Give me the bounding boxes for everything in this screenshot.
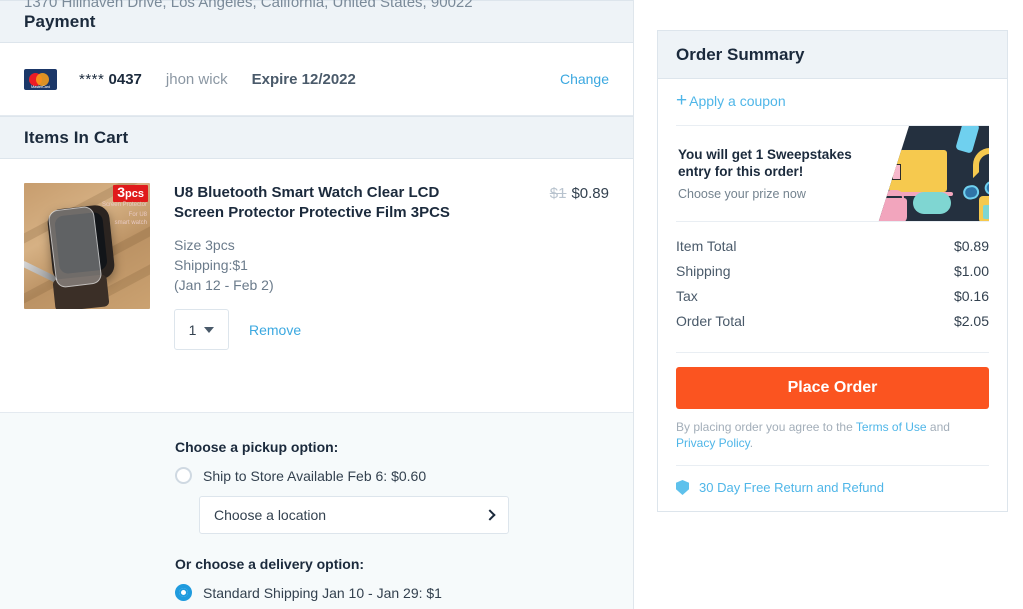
change-payment-button[interactable]: Change — [560, 71, 609, 87]
card-expiry: Expire 12/2022 — [252, 71, 356, 88]
product-original-price: $1 — [550, 185, 567, 202]
order-summary-card: Order Summary + Apply a coupon You will … — [657, 30, 1008, 512]
order-summary-header: Order Summary — [658, 31, 1007, 79]
card-last4: 0437 — [109, 71, 142, 88]
legal-mid: and — [927, 420, 950, 434]
delivery-radio[interactable] — [175, 584, 192, 601]
product-pricing: $1$0.89 — [517, 183, 609, 350]
laptop-gift-icon — [889, 150, 947, 192]
backpack-icon — [979, 196, 989, 222]
apply-coupon-button[interactable]: + Apply a coupon — [658, 79, 1007, 125]
legal-disclaimer: By placing order you agree to the Terms … — [658, 409, 1007, 451]
cart-section-title: Items In Cart — [24, 128, 128, 148]
sweepstakes-text: You will get 1 Sweepstakes entry for thi… — [676, 146, 881, 201]
place-order-area: Place Order — [658, 340, 1007, 409]
quantity-controls: 1 Remove — [174, 309, 507, 350]
checkout-right-column: Order Summary + Apply a coupon You will … — [634, 0, 1023, 609]
card-number-masked: **** 0437 — [79, 71, 142, 88]
legal-prefix: By placing order you agree to the — [676, 420, 856, 434]
product-current-price: $0.89 — [571, 185, 609, 202]
sweepstakes-banner[interactable]: You will get 1 Sweepstakes entry for thi… — [676, 125, 989, 222]
checkout-page: 1370 Hillhaven Drive, Los Angeles, Calif… — [0, 0, 1023, 609]
remove-item-button[interactable]: Remove — [249, 322, 301, 338]
checkout-left-column: 1370 Hillhaven Drive, Los Angeles, Calif… — [0, 0, 634, 609]
delivery-option-row[interactable]: Standard Shipping Jan 10 - Jan 29: $1 — [175, 584, 633, 601]
quantity-value: 1 — [189, 322, 197, 338]
total-value: $1.00 — [954, 263, 989, 279]
return-guarantee-row: 30 Day Free Return and Refund — [676, 465, 989, 495]
product-image-caption-1: Screen Protector — [102, 202, 147, 209]
product-quantity-badge: 3pcs — [113, 185, 148, 202]
quantity-select[interactable]: 1 — [174, 309, 229, 350]
privacy-policy-link[interactable]: Privacy Policy — [676, 436, 750, 450]
sweepstakes-prizes-illustration — [867, 126, 989, 222]
delivery-option-title: Or choose a delivery option: — [175, 556, 633, 572]
total-value: $0.89 — [954, 238, 989, 254]
plus-icon: + — [676, 94, 687, 108]
choose-location-select[interactable]: Choose a location — [199, 496, 509, 534]
card-holder-name: jhon wick — [166, 71, 228, 88]
pickup-radio[interactable] — [175, 467, 192, 484]
order-totals: Item Total $0.89 Shipping $1.00 Tax $0.1… — [658, 222, 1007, 340]
total-row-order-total: Order Total $2.05 — [676, 313, 989, 329]
total-label: Order Total — [676, 313, 745, 329]
product-image-caption-3: smart watch — [115, 220, 147, 227]
divider — [676, 352, 989, 353]
pickup-option-row[interactable]: Ship to Store Available Feb 6: $0.60 — [175, 467, 633, 484]
product-title[interactable]: U8 Bluetooth Smart Watch Clear LCD Scree… — [174, 183, 474, 223]
chevron-down-icon — [204, 327, 214, 333]
mastercard-wordmark: MasterCard — [24, 84, 57, 89]
order-summary-title: Order Summary — [676, 45, 805, 65]
apply-coupon-label: Apply a coupon — [689, 93, 786, 109]
game-controller-icon — [913, 192, 951, 214]
product-details: U8 Bluetooth Smart Watch Clear LCD Scree… — [150, 183, 517, 350]
payment-method-row: MasterCard **** 0437 jhon wick Expire 12… — [0, 43, 633, 116]
total-label: Item Total — [676, 238, 736, 254]
total-row-item-total: Item Total $0.89 — [676, 238, 989, 254]
cart-item-row: 3pcs Screen Protector For U8 smart watch… — [0, 159, 633, 350]
payment-section-title: Payment — [24, 12, 96, 32]
product-delivery-window: (Jan 12 - Feb 2) — [174, 275, 507, 295]
chevron-right-icon — [484, 509, 495, 520]
fulfillment-options-panel: Choose a pickup option: Ship to Store Av… — [0, 412, 633, 609]
shipping-address-text: 1370 Hillhaven Drive, Los Angeles, Calif… — [24, 0, 473, 11]
return-guarantee-label[interactable]: 30 Day Free Return and Refund — [699, 480, 884, 495]
product-image-caption-2: For U8 — [129, 212, 147, 219]
terms-of-use-link[interactable]: Terms of Use — [856, 420, 927, 434]
total-row-shipping: Shipping $1.00 — [676, 263, 989, 279]
handbag-icon — [877, 198, 907, 222]
total-value: $0.16 — [954, 288, 989, 304]
product-thumbnail[interactable]: 3pcs Screen Protector For U8 smart watch — [24, 183, 150, 309]
choose-location-label: Choose a location — [214, 507, 326, 523]
total-label: Tax — [676, 288, 698, 304]
sweepstakes-subline: Choose your prize now — [678, 187, 881, 201]
legal-suffix: . — [750, 436, 753, 450]
total-row-tax: Tax $0.16 — [676, 288, 989, 304]
mastercard-icon: MasterCard — [24, 69, 57, 90]
sweepstakes-headline: You will get 1 Sweepstakes entry for thi… — [678, 146, 881, 180]
product-size: Size 3pcs — [174, 235, 507, 255]
total-label: Shipping — [676, 263, 731, 279]
place-order-button[interactable]: Place Order — [676, 367, 989, 409]
pickup-option-title: Choose a pickup option: — [175, 439, 633, 455]
phone-icon — [955, 125, 980, 154]
cart-section-header: Items In Cart — [0, 116, 633, 159]
product-shipping-cost: Shipping:$1 — [174, 255, 507, 275]
headphones-icon — [973, 148, 989, 178]
shield-icon — [676, 480, 689, 495]
delivery-option-label: Standard Shipping Jan 10 - Jan 29: $1 — [203, 585, 442, 601]
total-value: $2.05 — [954, 313, 989, 329]
pickup-option-label: Ship to Store Available Feb 6: $0.60 — [203, 468, 426, 484]
